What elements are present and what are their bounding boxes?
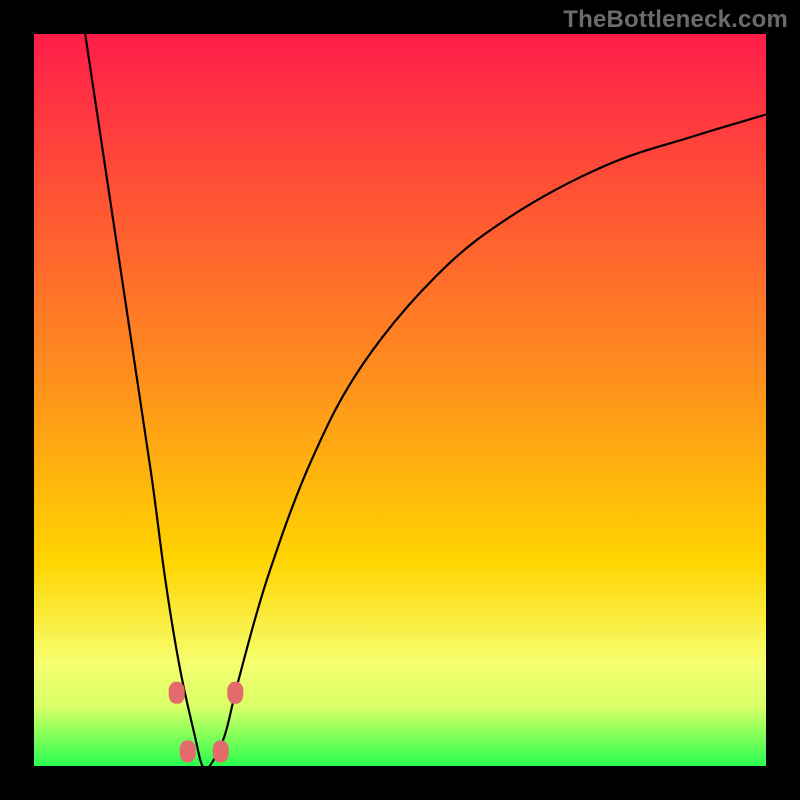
valley-marker-0	[169, 682, 185, 704]
plot-background	[34, 34, 766, 766]
valley-marker-3	[213, 740, 229, 762]
watermark-text: TheBottleneck.com	[563, 6, 788, 34]
bottleneck-chart	[34, 34, 766, 766]
outer-frame: TheBottleneck.com	[0, 0, 800, 800]
valley-marker-2	[180, 740, 196, 762]
valley-marker-1	[227, 682, 243, 704]
